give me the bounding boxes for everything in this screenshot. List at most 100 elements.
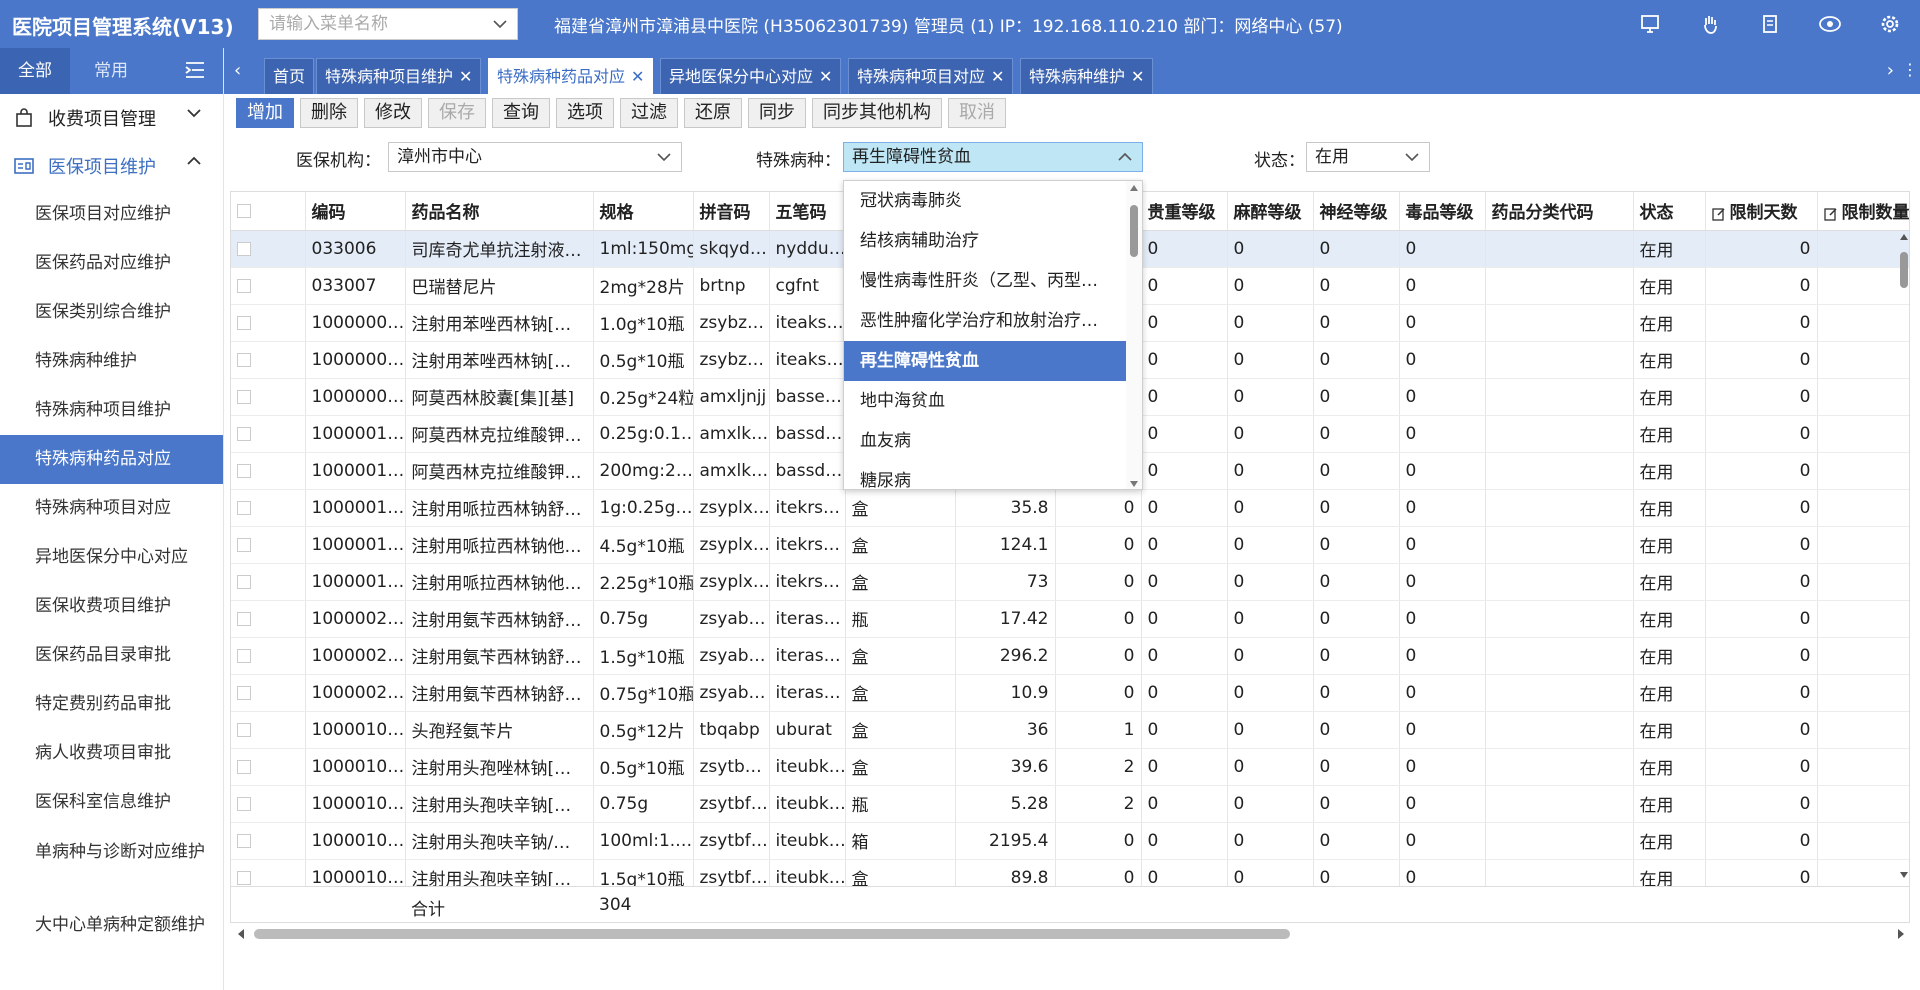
row-checkbox[interactable] bbox=[231, 230, 306, 268]
add-button[interactable]: 增加 bbox=[236, 98, 294, 128]
horizontal-scrollbar[interactable] bbox=[236, 926, 1906, 942]
sidebar-item-department-info[interactable]: 医保科室信息维护 bbox=[0, 778, 223, 827]
column-header[interactable]: 毒品等级 bbox=[1399, 192, 1486, 231]
row-checkbox[interactable] bbox=[231, 341, 306, 379]
status-select[interactable]: 在用 bbox=[1306, 142, 1430, 172]
row-checkbox[interactable] bbox=[231, 304, 306, 342]
sidebar-item-remote-center-mapping[interactable]: 异地医保分中心对应 bbox=[0, 533, 223, 582]
sidebar-item-special-disease-items[interactable]: 特殊病种项目维护 bbox=[0, 386, 223, 435]
sidebar-item-insurance-drug-mapping[interactable]: 医保药品对应维护 bbox=[0, 239, 223, 288]
table-row[interactable]: 1000010… 头孢羟氨苄片 0.5g*12片 tbqabp uburat 盒 36 1 0 0… bbox=[231, 711, 1909, 749]
sync-button[interactable]: 同步 bbox=[748, 98, 806, 128]
tab-special-disease-item-mapping[interactable]: 特殊病种项目对应 ✕ bbox=[848, 58, 1014, 94]
table-row[interactable]: 1000002… 注射用氨苄西林钠舒… 0.75g zsyab… iteras… 瓶 17.… bbox=[231, 600, 1909, 638]
table-row[interactable]: 1000001… 注射用哌拉西林钠他… 4.5g*10瓶 zsyplx… itekrs…… bbox=[231, 526, 1909, 564]
query-button[interactable]: 查询 bbox=[492, 98, 550, 128]
table-row[interactable]: 1000010… 注射用头孢唑林钠[… 0.5g*10瓶 zsytb… iteubk… 盒… bbox=[231, 748, 1909, 786]
column-header[interactable]: 麻醉等级 bbox=[1227, 192, 1314, 231]
menu-search-box[interactable] bbox=[258, 8, 518, 40]
sidebar-item-insurance-item-mapping[interactable]: 医保项目对应维护 bbox=[0, 190, 223, 239]
row-checkbox[interactable] bbox=[231, 452, 306, 490]
filter-button[interactable]: 过滤 bbox=[620, 98, 678, 128]
edit-button[interactable]: 修改 bbox=[364, 98, 422, 128]
column-header-limit-qty[interactable]: 限制数量 bbox=[1817, 192, 1909, 231]
row-checkbox[interactable] bbox=[231, 526, 306, 564]
sidebar-item-special-disease-drugs[interactable]: 特殊病种药品对应 bbox=[0, 435, 223, 484]
select-all-checkbox[interactable] bbox=[231, 192, 306, 231]
disease-select[interactable]: 再生障碍性贫血 bbox=[843, 142, 1143, 172]
more-icon[interactable]: ⋮ bbox=[1902, 60, 1918, 79]
dropdown-scrollbar[interactable] bbox=[1126, 181, 1142, 489]
column-header-limit-days[interactable]: 限制天数 bbox=[1705, 192, 1818, 231]
cancel-button[interactable]: 取消 bbox=[948, 98, 1006, 128]
column-header[interactable]: 规格 bbox=[593, 192, 694, 231]
close-icon[interactable]: ✕ bbox=[459, 67, 472, 86]
row-checkbox[interactable] bbox=[231, 637, 306, 675]
row-checkbox[interactable] bbox=[231, 748, 306, 786]
row-checkbox[interactable] bbox=[231, 785, 306, 823]
table-row[interactable]: 1000010… 注射用头孢呋辛钠[… 0.75g zsytbf… iteubk… 瓶 5.… bbox=[231, 785, 1909, 823]
table-row[interactable]: 1000010… 注射用头孢呋辛钠/… 100ml:1.… zsytbf… iteubk… bbox=[231, 822, 1909, 860]
table-row[interactable]: 1000002… 注射用氨苄西林钠舒… 1.5g*10瓶 zsyab… iteras… 盒… bbox=[231, 637, 1909, 675]
org-select[interactable]: 漳州市中心 bbox=[388, 142, 682, 172]
monitor-icon[interactable] bbox=[1636, 10, 1664, 38]
tab-remote-center[interactable]: 异地医保分中心对应 ✕ bbox=[660, 58, 842, 94]
dropdown-option[interactable]: 恶性肿瘤化学治疗和放射治疗… bbox=[844, 301, 1127, 341]
row-checkbox[interactable] bbox=[231, 711, 306, 749]
sidebar-tab-common[interactable]: 常用 bbox=[88, 48, 134, 94]
sidebar-item-special-disease[interactable]: 特殊病种维护 bbox=[0, 337, 223, 386]
scrollbar-thumb[interactable] bbox=[1130, 205, 1138, 257]
restore-button[interactable]: 还原 bbox=[684, 98, 742, 128]
dropdown-option[interactable]: 冠状病毒肺炎 bbox=[844, 181, 1127, 221]
close-icon[interactable]: ✕ bbox=[991, 67, 1004, 86]
sidebar-item-insurance-category[interactable]: 医保类别综合维护 bbox=[0, 288, 223, 337]
column-header[interactable]: 神经等级 bbox=[1313, 192, 1400, 231]
column-header[interactable]: 五笔码 bbox=[769, 192, 846, 231]
column-header[interactable]: 状态 bbox=[1633, 192, 1706, 231]
column-header[interactable]: 药品分类代码 bbox=[1485, 192, 1634, 231]
row-checkbox[interactable] bbox=[231, 489, 306, 527]
column-header[interactable]: 编码 bbox=[305, 192, 406, 231]
save-button[interactable]: 保存 bbox=[428, 98, 486, 128]
tab-special-disease-drugs[interactable]: 特殊病种药品对应 ✕ bbox=[488, 58, 654, 94]
sidebar-item-fee-type-drug-approval[interactable]: 特定费别药品审批 bbox=[0, 680, 223, 729]
sidebar-item-patient-fee-approval[interactable]: 病人收费项目审批 bbox=[0, 729, 223, 778]
hand-icon[interactable] bbox=[1696, 10, 1724, 38]
dropdown-option[interactable]: 血友病 bbox=[844, 421, 1127, 461]
column-header[interactable]: 贵重等级 bbox=[1141, 192, 1228, 231]
row-checkbox[interactable] bbox=[231, 674, 306, 712]
sidebar-group-insurance[interactable]: 医保项目维护 bbox=[0, 142, 223, 190]
row-checkbox[interactable] bbox=[231, 600, 306, 638]
row-checkbox[interactable] bbox=[231, 822, 306, 860]
sidebar-item-disease-diagnosis[interactable]: 单病种与诊断对应维护 bbox=[0, 827, 210, 900]
chevron-right-icon[interactable]: › bbox=[1887, 60, 1894, 81]
scrollbar-thumb[interactable] bbox=[254, 929, 1290, 939]
dropdown-option[interactable]: 结核病辅助治疗 bbox=[844, 221, 1127, 261]
dropdown-option[interactable]: 地中海贫血 bbox=[844, 381, 1127, 421]
table-row[interactable]: 1000002… 注射用氨苄西林钠舒… 0.75g*10瓶 zsyab… iteras…… bbox=[231, 674, 1909, 712]
sidebar-group-fees[interactable]: 收费项目管理 bbox=[0, 94, 223, 142]
column-header[interactable]: 拼音码 bbox=[693, 192, 770, 231]
row-checkbox[interactable] bbox=[231, 415, 306, 453]
sidebar-item-drug-catalog-approval[interactable]: 医保药品目录审批 bbox=[0, 631, 223, 680]
options-button[interactable]: 选项 bbox=[556, 98, 614, 128]
sidebar-item-special-disease-item-mapping[interactable]: 特殊病种项目对应 bbox=[0, 484, 223, 533]
sync-other-org-button[interactable]: 同步其他机构 bbox=[812, 98, 942, 128]
table-row[interactable]: 1000001… 注射用哌拉西林钠舒… 1g:0.25g… zsyplx… itekrs… bbox=[231, 489, 1909, 527]
sidebar-tab-all[interactable]: 全部 bbox=[0, 48, 70, 94]
close-icon[interactable]: ✕ bbox=[1131, 67, 1144, 86]
delete-button[interactable]: 删除 bbox=[300, 98, 358, 128]
document-icon[interactable] bbox=[1756, 10, 1784, 38]
menu-search-input[interactable] bbox=[269, 14, 493, 34]
gear-icon[interactable] bbox=[1876, 10, 1904, 38]
row-checkbox[interactable] bbox=[231, 563, 306, 601]
chevron-left-icon[interactable]: ‹ bbox=[234, 60, 241, 81]
chevron-down-icon[interactable] bbox=[493, 19, 507, 29]
close-icon[interactable]: ✕ bbox=[631, 67, 644, 86]
table-row[interactable]: 1000001… 注射用哌拉西林钠他… 2.25g*10瓶 zsyplx… itekrs… bbox=[231, 563, 1909, 601]
close-icon[interactable]: ✕ bbox=[819, 67, 832, 86]
menu-collapse-icon[interactable] bbox=[184, 60, 208, 82]
sidebar-item-center-quota[interactable]: 大中心单病种定额维护 bbox=[0, 900, 210, 973]
eye-icon[interactable] bbox=[1816, 10, 1844, 38]
dropdown-option-selected[interactable]: 再生障碍性贫血 bbox=[844, 341, 1127, 381]
